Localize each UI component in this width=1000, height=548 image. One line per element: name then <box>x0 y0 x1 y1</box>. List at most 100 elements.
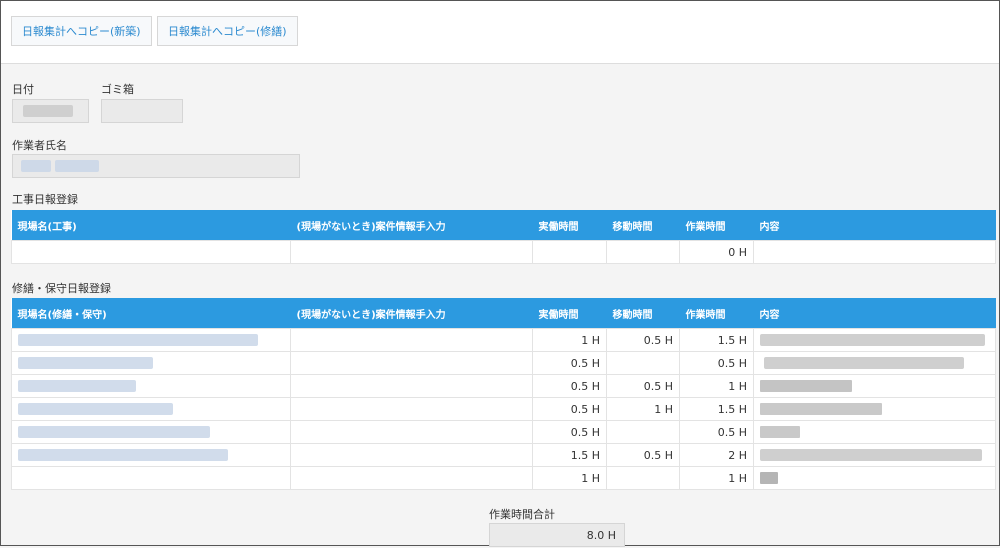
manual-entry-cell[interactable] <box>290 420 533 444</box>
actual-hours-cell[interactable] <box>532 240 607 264</box>
redacted-site <box>18 426 210 438</box>
site-cell[interactable] <box>11 466 291 490</box>
travel-hours-cell[interactable] <box>606 351 680 375</box>
construction-table: 現場名(工事) (現場がないとき)案件情報手入力 実働時間 移動時間 作業時間 … <box>11 210 996 264</box>
site-cell[interactable] <box>11 397 291 421</box>
redacted-content <box>760 426 800 438</box>
manual-entry-cell[interactable] <box>290 374 533 398</box>
travel-hours-cell[interactable]: 0.5 H <box>606 374 680 398</box>
redacted-name-part <box>21 160 51 172</box>
work-hours-cell: 0 H <box>679 240 754 264</box>
copy-to-daily-summary-repair-button[interactable]: 日報集計へコピー(修繕) <box>157 16 298 46</box>
redacted-site <box>18 449 228 461</box>
app-frame: 日報集計へコピー(新築) 日報集計へコピー(修繕) 日付 ゴミ箱 作業者氏名 工… <box>0 0 1000 547</box>
table-header-row: 現場名(工事) (現場がないとき)案件情報手入力 実働時間 移動時間 作業時間 … <box>11 210 996 241</box>
copy-to-daily-summary-new-button[interactable]: 日報集計へコピー(新築) <box>11 16 152 46</box>
column-header-work-hours: 作業時間 <box>679 210 754 241</box>
actual-hours-cell[interactable]: 1 H <box>532 328 607 352</box>
construction-section-title: 工事日報登録 <box>12 193 78 206</box>
redacted-date <box>23 105 73 117</box>
content-cell[interactable] <box>753 466 996 490</box>
manual-entry-cell[interactable] <box>290 351 533 375</box>
redacted-content <box>760 380 852 392</box>
site-cell[interactable] <box>11 374 291 398</box>
manual-entry-cell[interactable] <box>290 397 533 421</box>
total-work-hours-field: 8.0 H <box>489 523 625 547</box>
content-cell[interactable] <box>753 240 996 264</box>
column-header-actual-hours: 実働時間 <box>532 210 607 241</box>
date-label: 日付 <box>12 83 34 96</box>
table-row[interactable]: 0.5 H 0.5 H <box>11 351 996 375</box>
date-field[interactable] <box>12 99 89 123</box>
redacted-name-part <box>55 160 99 172</box>
work-hours-cell: 1.5 H <box>679 328 754 352</box>
actual-hours-cell[interactable]: 0.5 H <box>532 397 607 421</box>
manual-entry-cell[interactable] <box>290 240 533 264</box>
toolbar: 日報集計へコピー(新築) 日報集計へコピー(修繕) <box>1 1 999 64</box>
redacted-content <box>760 472 778 484</box>
table-row[interactable]: 1 H 1 H <box>11 466 996 490</box>
content-cell[interactable] <box>753 443 996 467</box>
redacted-site <box>18 403 173 415</box>
total-work-hours-label: 作業時間合計 <box>489 508 555 521</box>
redacted-site <box>18 334 258 346</box>
table-row[interactable]: 0.5 H 0.5 H <box>11 420 996 444</box>
actual-hours-cell[interactable]: 0.5 H <box>532 420 607 444</box>
site-cell[interactable] <box>11 443 291 467</box>
actual-hours-cell[interactable]: 0.5 H <box>532 374 607 398</box>
table-header-row: 現場名(修繕・保守) (現場がないとき)案件情報手入力 実働時間 移動時間 作業… <box>11 298 996 329</box>
travel-hours-cell[interactable]: 1 H <box>606 397 680 421</box>
content-cell[interactable] <box>753 374 996 398</box>
travel-hours-cell[interactable] <box>606 240 680 264</box>
manual-entry-cell[interactable] <box>290 443 533 467</box>
manual-entry-cell[interactable] <box>290 328 533 352</box>
redacted-site <box>18 380 136 392</box>
work-hours-cell: 0.5 H <box>679 420 754 444</box>
actual-hours-cell[interactable]: 1 H <box>532 466 607 490</box>
actual-hours-cell[interactable]: 0.5 H <box>532 351 607 375</box>
work-hours-cell: 1 H <box>679 374 754 398</box>
redacted-content <box>760 449 982 461</box>
trash-field[interactable] <box>101 99 183 123</box>
redacted-content <box>760 334 985 346</box>
site-cell[interactable] <box>11 420 291 444</box>
manual-entry-cell[interactable] <box>290 466 533 490</box>
table-row[interactable]: 0 H <box>11 240 996 264</box>
column-header-manual-entry: (現場がないとき)案件情報手入力 <box>290 210 533 241</box>
table-row[interactable]: 1 H 0.5 H 1.5 H <box>11 328 996 352</box>
redacted-site <box>18 357 153 369</box>
content-cell[interactable] <box>753 328 996 352</box>
column-header-manual-entry: (現場がないとき)案件情報手入力 <box>290 298 533 329</box>
column-header-travel-hours: 移動時間 <box>606 210 680 241</box>
actual-hours-cell[interactable]: 1.5 H <box>532 443 607 467</box>
site-cell[interactable] <box>11 351 291 375</box>
table-row[interactable]: 1.5 H 0.5 H 2 H <box>11 443 996 467</box>
column-header-work-hours: 作業時間 <box>679 298 754 329</box>
content-cell[interactable] <box>753 397 996 421</box>
column-header-content: 内容 <box>753 210 996 241</box>
redacted-content <box>764 357 964 369</box>
column-header-actual-hours: 実働時間 <box>532 298 607 329</box>
travel-hours-cell[interactable]: 0.5 H <box>606 328 680 352</box>
travel-hours-cell[interactable] <box>606 466 680 490</box>
trash-label: ゴミ箱 <box>101 83 134 96</box>
work-hours-cell: 1.5 H <box>679 397 754 421</box>
worker-name-label: 作業者氏名 <box>12 139 67 152</box>
table-row[interactable]: 0.5 H 0.5 H 1 H <box>11 374 996 398</box>
column-header-travel-hours: 移動時間 <box>606 298 680 329</box>
work-hours-cell: 0.5 H <box>679 351 754 375</box>
content-cell[interactable] <box>753 420 996 444</box>
column-header-content: 内容 <box>753 298 996 329</box>
site-cell[interactable] <box>11 240 291 264</box>
work-hours-cell: 2 H <box>679 443 754 467</box>
content-cell[interactable] <box>753 351 996 375</box>
column-header-site: 現場名(工事) <box>11 210 291 241</box>
travel-hours-cell[interactable]: 0.5 H <box>606 443 680 467</box>
repair-section-title: 修繕・保守日報登録 <box>12 282 111 295</box>
redacted-content <box>760 403 882 415</box>
travel-hours-cell[interactable] <box>606 420 680 444</box>
table-row[interactable]: 0.5 H 1 H 1.5 H <box>11 397 996 421</box>
worker-name-field[interactable] <box>12 154 300 178</box>
column-header-site: 現場名(修繕・保守) <box>11 298 291 329</box>
site-cell[interactable] <box>11 328 291 352</box>
